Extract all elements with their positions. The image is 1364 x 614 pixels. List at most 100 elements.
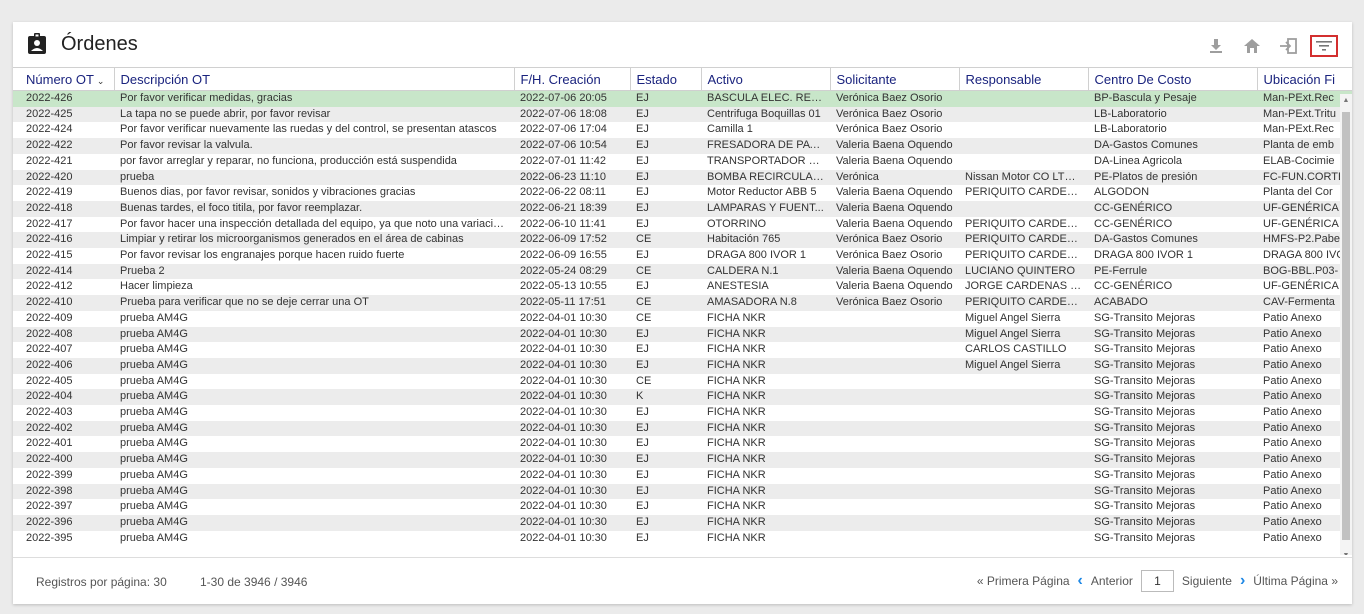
table-cell: prueba AM4G <box>114 326 514 343</box>
column-header-activo[interactable]: Activo <box>701 67 831 91</box>
column-header-fecha[interactable]: F/H. Creación <box>514 67 631 91</box>
table-cell: 2022-406 <box>13 357 114 374</box>
table-cell: CE <box>630 295 701 311</box>
column-header-descripcion[interactable]: Descripción OT <box>114 67 515 91</box>
orders-table-container: Número OT ⌄ Descripción OT F/H. Creación … <box>13 67 1352 555</box>
table-row[interactable]: 2022-406 prueba AM4G 2022-04-01 10:30 EJ FIC… <box>13 357 1352 374</box>
table-cell: Por favor revisar los engranajes porque … <box>114 248 514 264</box>
table-row[interactable]: 2022-418 Buenas tardes, el foco titila, p… <box>13 200 1352 217</box>
last-page-link[interactable]: Última Página » <box>1253 574 1338 588</box>
prev-page-link[interactable]: Anterior <box>1091 574 1133 588</box>
table-cell: 2022-404 <box>13 389 114 406</box>
table-cell: BOMBA RECIRCULAC... <box>701 169 830 186</box>
home-button[interactable] <box>1238 34 1266 58</box>
table-cell: 2022-06-21 18:39 <box>514 200 630 217</box>
table-cell: EJ <box>630 185 701 201</box>
table-cell: Camilla 1 <box>701 122 830 139</box>
chevron-right-icon[interactable]: › <box>1240 572 1245 590</box>
table-cell: ELAB-Cocimie <box>1257 153 1352 170</box>
table-cell: 2022-04-01 10:30 <box>514 530 630 547</box>
column-header-estado[interactable]: Estado <box>630 67 702 91</box>
table-cell: 2022-04-01 10:30 <box>514 483 630 500</box>
column-header-solicitante[interactable]: Solicitante <box>830 67 960 91</box>
vertical-scrollbar[interactable]: ▲ ▼ <box>1340 94 1352 555</box>
table-cell: 2022-07-06 18:08 <box>514 106 630 123</box>
column-header-numero-ot[interactable]: Número OT ⌄ <box>13 67 115 91</box>
column-header-responsable[interactable]: Responsable <box>959 67 1089 91</box>
scroll-up-icon[interactable]: ▲ <box>1340 97 1352 104</box>
table-row[interactable]: 2022-408 prueba AM4G 2022-04-01 10:30 EJ FIC… <box>13 326 1352 343</box>
table-row[interactable]: 2022-401 prueba AM4G 2022-04-01 10:30 EJ FIC… <box>13 436 1352 453</box>
table-cell <box>830 389 959 406</box>
table-cell: Patio Anexo <box>1257 452 1352 468</box>
table-cell: Limpiar y retirar los microorganismos ge… <box>114 232 514 249</box>
table-cell: Por favor verificar nuevamente las rueda… <box>114 122 514 139</box>
table-cell: SG-Transito Mejoras <box>1088 389 1257 406</box>
table-row[interactable]: 2022-407 prueba AM4G 2022-04-01 10:30 EJ FIC… <box>13 342 1352 358</box>
table-row[interactable]: 2022-396 prueba AM4G 2022-04-01 10:30 EJ FIC… <box>13 514 1352 531</box>
table-row[interactable]: 2022-412 Hacer limpieza 2022-05-13 10:55 EJ… <box>13 279 1352 296</box>
table-row[interactable]: 2022-425 La tapa no se puede abrir, por f… <box>13 106 1352 123</box>
table-row[interactable]: 2022-421 por favor arreglar y reparar, no… <box>13 153 1352 170</box>
filter-button[interactable] <box>1310 35 1338 57</box>
table-row[interactable]: 2022-426 Por favor verificar medidas, gra… <box>13 90 1352 107</box>
table-row[interactable]: 2022-414 Prueba 2 2022-05-24 08:29 CE CALDER… <box>13 263 1352 280</box>
table-cell: EJ <box>630 530 701 547</box>
page-number-input[interactable] <box>1140 570 1174 592</box>
table-cell: Valeria Baena Oquendo <box>830 185 959 201</box>
table-row[interactable]: 2022-422 Por favor revisar la valvula. 202… <box>13 138 1352 154</box>
first-page-link[interactable]: « Primera Página <box>977 574 1070 588</box>
chevron-left-icon[interactable]: ‹ <box>1078 572 1083 590</box>
table-cell: SG-Transito Mejoras <box>1088 467 1257 484</box>
column-header-ubicacion[interactable]: Ubicación Fi <box>1257 67 1352 91</box>
table-row[interactable]: 2022-397 prueba AM4G 2022-04-01 10:30 EJ FIC… <box>13 499 1352 515</box>
table-cell <box>959 420 1088 437</box>
rows-per-page[interactable]: Registros por página: 30 <box>36 575 167 589</box>
scroll-down-icon[interactable]: ▼ <box>1340 552 1352 555</box>
table-row[interactable]: 2022-409 prueba AM4G 2022-04-01 10:30 CE FIC… <box>13 310 1352 327</box>
table-cell: 2022-04-01 10:30 <box>514 310 630 327</box>
table-cell <box>959 90 1088 107</box>
table-row[interactable]: 2022-416 Limpiar y retirar los microorgan… <box>13 232 1352 249</box>
page-header: Órdenes <box>13 22 1352 67</box>
vertical-scroll-thumb[interactable] <box>1342 112 1350 540</box>
table-footer: Registros por página: 30 1-30 de 3946 / … <box>13 557 1352 604</box>
table-cell: Planta de emb <box>1257 138 1352 154</box>
table-row[interactable]: 2022-404 prueba AM4G 2022-04-01 10:30 K FICH… <box>13 389 1352 406</box>
table-cell: UF-GENÉRICA <box>1257 279 1352 296</box>
table-cell: DRAGA 800 IVOR 1 <box>1088 248 1257 264</box>
table-cell: FC-FUN.CORTE <box>1257 169 1352 186</box>
table-cell <box>830 357 959 374</box>
table-row[interactable]: 2022-398 prueba AM4G 2022-04-01 10:30 EJ FIC… <box>13 483 1352 500</box>
table-row[interactable]: 2022-420 prueba 2022-06-23 11:10 EJ BOMBA RE… <box>13 169 1352 186</box>
table-row[interactable]: 2022-405 prueba AM4G 2022-04-01 10:30 CE FIC… <box>13 373 1352 390</box>
table-row[interactable]: 2022-424 Por favor verificar nuevamente l… <box>13 122 1352 139</box>
table-cell: 2022-07-06 10:54 <box>514 138 630 154</box>
table-row[interactable]: 2022-395 prueba AM4G 2022-04-01 10:30 EJ FIC… <box>13 530 1352 547</box>
table-cell: SG-Transito Mejoras <box>1088 342 1257 358</box>
table-row[interactable]: 2022-399 prueba AM4G 2022-04-01 10:30 EJ FIC… <box>13 467 1352 484</box>
table-row[interactable]: 2022-402 prueba AM4G 2022-04-01 10:30 EJ FIC… <box>13 420 1352 437</box>
table-cell: EJ <box>630 138 701 154</box>
table-row[interactable]: 2022-417 Por favor hacer una inspección d… <box>13 216 1352 233</box>
table-cell: CALDERA N.1 <box>701 263 830 280</box>
logout-button[interactable] <box>1274 34 1302 58</box>
table-row[interactable]: 2022-403 prueba AM4G 2022-04-01 10:30 EJ FIC… <box>13 405 1352 421</box>
table-cell: prueba AM4G <box>114 405 514 421</box>
download-button[interactable] <box>1202 34 1230 58</box>
table-cell: LB-Laboratorio <box>1088 106 1257 123</box>
column-header-centro-costo[interactable]: Centro De Costo <box>1088 67 1258 91</box>
table-cell: Patio Anexo <box>1257 389 1352 406</box>
table-cell: 2022-06-22 08:11 <box>514 185 630 201</box>
table-row[interactable]: 2022-410 Prueba para verificar que no se … <box>13 295 1352 311</box>
table-cell: CE <box>630 373 701 390</box>
table-cell <box>959 373 1088 390</box>
table-row[interactable]: 2022-400 prueba AM4G 2022-04-01 10:30 EJ FIC… <box>13 452 1352 468</box>
table-cell: Patio Anexo <box>1257 405 1352 421</box>
next-page-link[interactable]: Siguiente <box>1182 574 1232 588</box>
table-cell: prueba AM4G <box>114 499 514 515</box>
table-cell: Valeria Baena Oquendo <box>830 138 959 154</box>
table-cell: prueba AM4G <box>114 420 514 437</box>
table-row[interactable]: 2022-415 Por favor revisar los engranajes… <box>13 248 1352 264</box>
table-row[interactable]: 2022-419 Buenos dias, por favor revisar, … <box>13 185 1352 201</box>
